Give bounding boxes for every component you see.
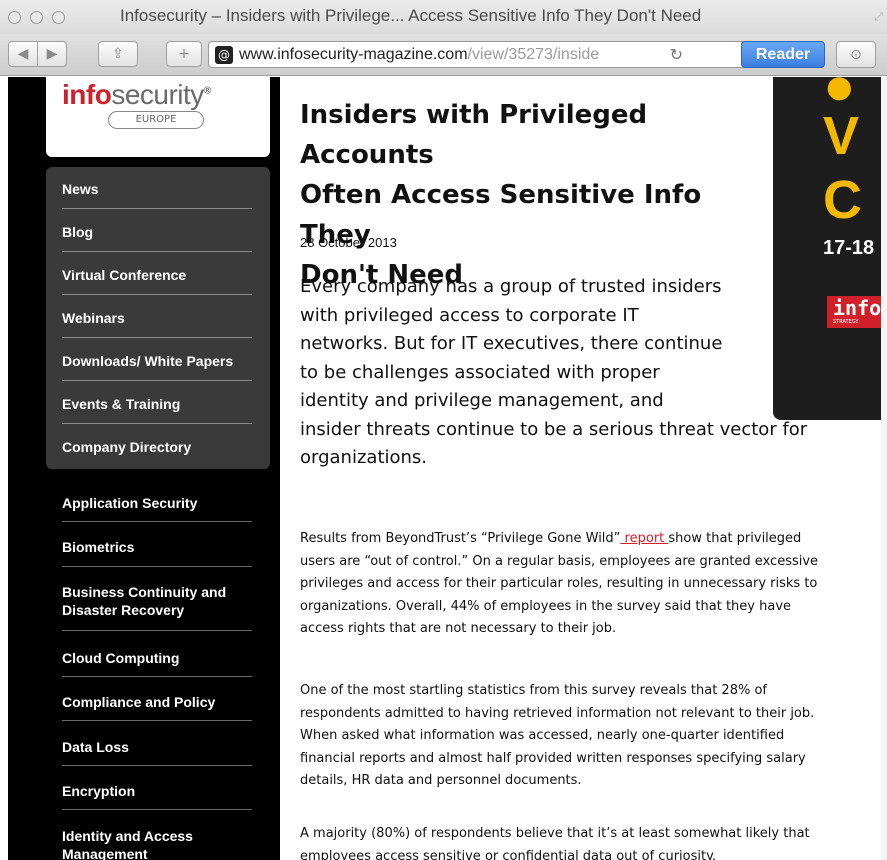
back-button[interactable]: ◀ [8,41,38,67]
nav-divider [62,251,252,252]
reader-button[interactable]: Reader [741,41,825,68]
address-bar[interactable]: @ www.infosecurity-magazine.com/view/352… [208,41,768,68]
nav-divider [62,423,252,424]
category-cloud-computing[interactable]: Cloud Computing [62,649,262,667]
nav-divider [62,380,252,381]
category-identity-access[interactable]: Identity and Access Management [62,827,252,860]
logo-europe-badge: EUROPE [108,111,204,129]
web-page: infosecurity® EUROPE News Blog Virtual C… [0,77,887,860]
browser-toolbar: ◀ ▶ ⇪ + @ www.infosecurity-magazine.com/… [0,34,887,76]
share-icon: ⇪ [112,46,124,62]
category-compliance-policy[interactable]: Compliance and Policy [62,693,262,711]
article-paragraph: A majority (80%) of respondents believe … [300,826,810,860]
nav-item-downloads[interactable]: Downloads/ White Papers [62,353,252,369]
nav-item-news[interactable]: News [62,181,252,197]
back-arrow-icon: ◀ [17,46,29,62]
nav-item-events-training[interactable]: Events & Training [62,396,252,412]
share-button[interactable]: ⇪ [98,41,138,67]
site-logo[interactable]: infosecurity® EUROPE [46,77,270,157]
category-application-security[interactable]: Application Security [62,494,262,512]
forward-button[interactable]: ▶ [37,41,67,67]
minimize-window-button[interactable] [30,11,43,24]
download-icon: ⊙ [850,46,862,63]
new-tab-button[interactable]: + [166,41,202,67]
category-data-loss[interactable]: Data Loss [62,738,262,756]
plus-icon: + [178,46,190,62]
close-window-button[interactable] [8,11,21,24]
url-text[interactable]: www.infosecurity-magazine.com/view/35273… [239,46,719,64]
category-divider [62,630,252,631]
ad-headline: V [823,106,860,166]
article-paragraph: Results from BeyondTrust’s “Privilege Go… [300,531,819,636]
report-link[interactable]: report [620,531,668,546]
category-divider [62,809,252,810]
nav-item-virtual-conference[interactable]: Virtual Conference [62,267,252,283]
article-title: Insiders with Privileged Accounts Often … [300,100,702,290]
window-title: Infosecurity – Insiders with Privilege..… [120,6,702,25]
title-bar: Infosecurity – Insiders with Privilege..… [0,0,887,34]
ad-headline: C [823,170,862,230]
nav-item-webinars[interactable]: Webinars [62,310,252,326]
article-date: 28 October 2013 [300,235,397,250]
category-business-continuity[interactable]: Business Continuity and Disaster Recover… [62,583,252,619]
browser-window: Infosecurity – Insiders with Privilege..… [0,0,887,860]
nav-divider [62,337,252,338]
category-divider [62,566,252,567]
nav-item-blog[interactable]: Blog [62,224,252,240]
nav-item-company-directory[interactable]: Company Directory [62,439,252,455]
category-biometrics[interactable]: Biometrics [62,538,262,556]
nav-divider [62,208,252,209]
scrollbar-track[interactable] [881,77,887,860]
downloads-button[interactable]: ⊙ [836,41,876,68]
nav-divider [62,294,252,295]
forward-arrow-icon: ▶ [46,46,58,62]
primary-nav: News Blog Virtual Conference Webinars Do… [46,167,270,469]
ad-date: 17-18 [823,237,875,259]
fullscreen-icon[interactable]: ⤢ [874,10,883,24]
category-divider [62,765,252,766]
zoom-window-button[interactable] [52,11,65,24]
article-lead: Every company has a group of trusted ins… [300,276,808,468]
category-divider [62,676,252,677]
article-paragraph: One of the most startling statistics fro… [300,683,815,788]
category-encryption[interactable]: Encryption [62,782,262,800]
site-favicon-icon: @ [215,45,233,64]
category-divider [62,521,252,522]
category-divider [62,720,252,721]
reload-icon[interactable]: ↻ [670,45,683,64]
